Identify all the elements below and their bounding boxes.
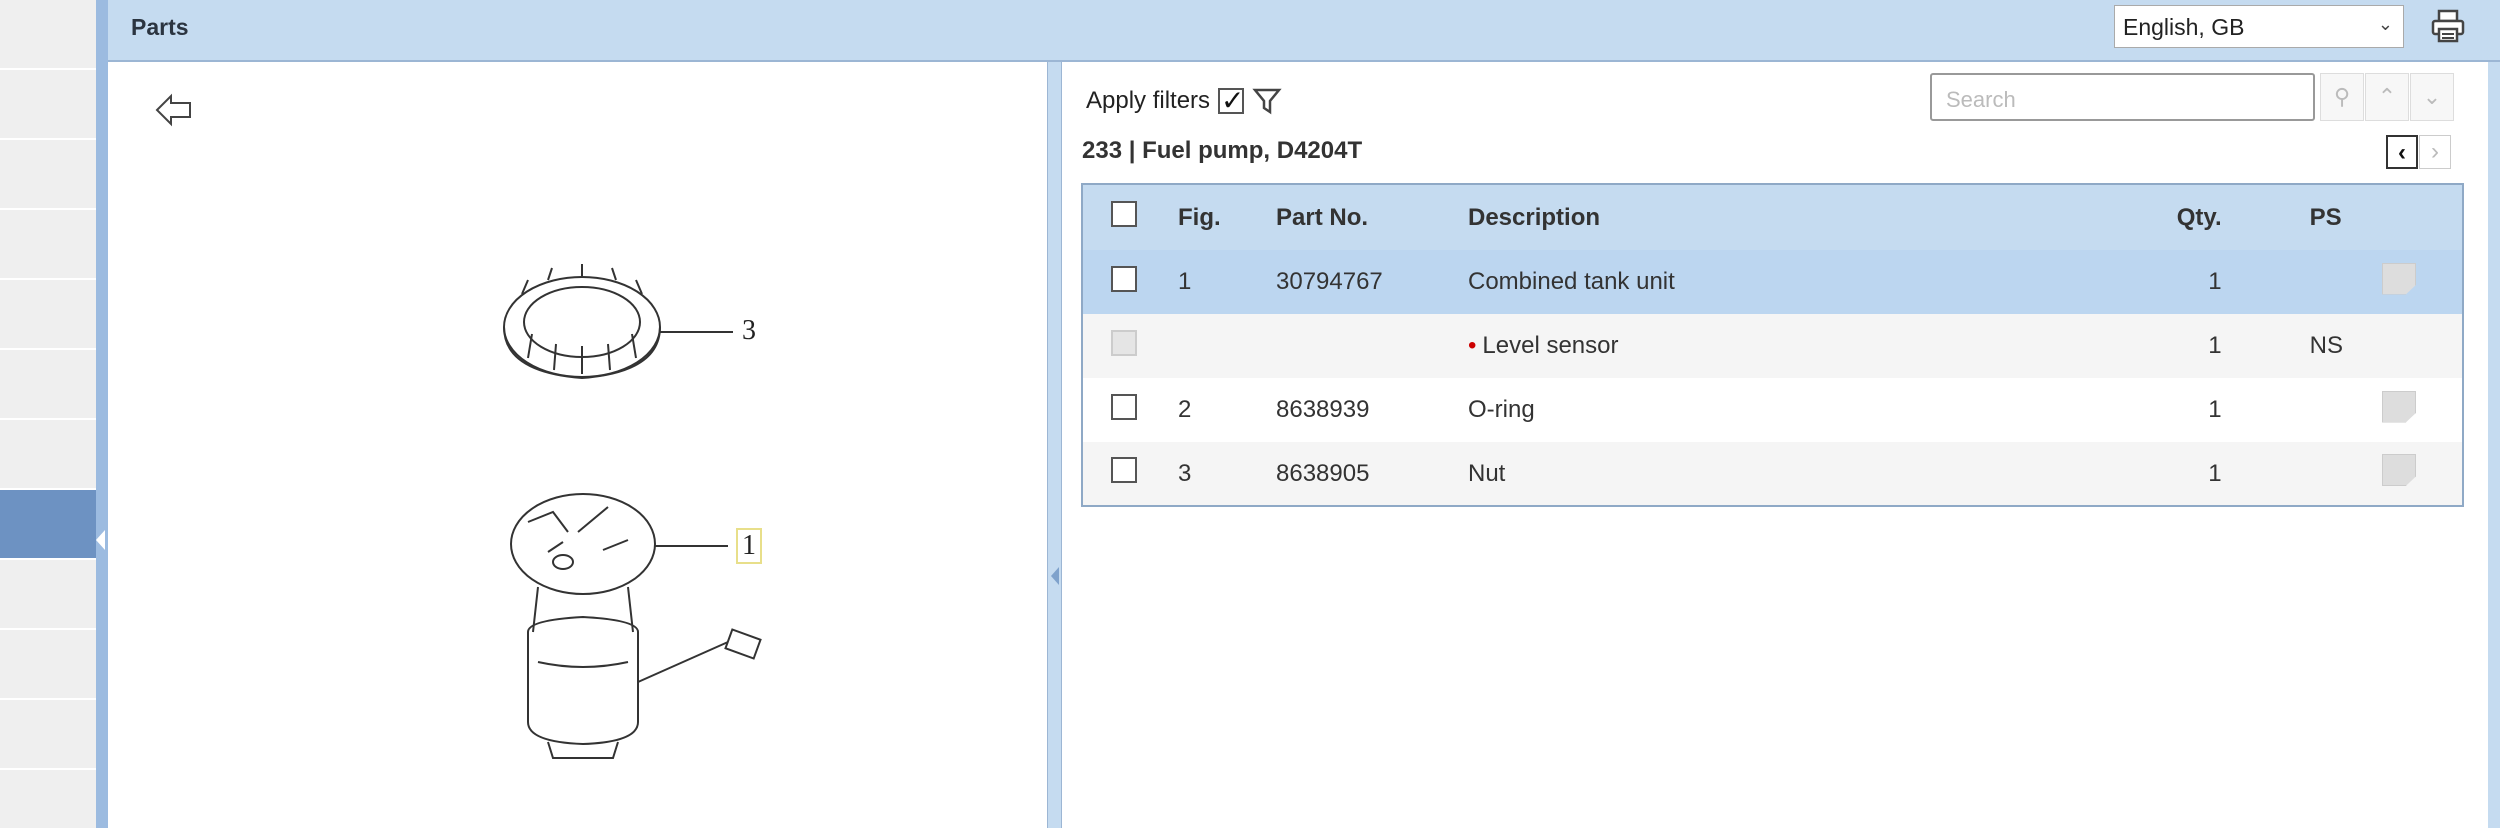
- table-row[interactable]: 2 8638939 O-ring 1: [1082, 378, 2463, 442]
- sidebar-collapse-handle[interactable]: [96, 0, 108, 828]
- parts-list-panel: Apply filters Search ⚲ ⌃ ⌄ 233 | Fuel pu…: [1062, 62, 2500, 828]
- panel-splitter[interactable]: [1047, 62, 1062, 828]
- apply-filters-label: Apply filters: [1086, 87, 1211, 114]
- col-ps[interactable]: PS: [2221, 184, 2343, 250]
- sidebar-item[interactable]: [0, 210, 96, 280]
- fig-cell: 3: [1152, 442, 1250, 506]
- bullet-icon: •: [1468, 332, 1477, 359]
- col-part-no[interactable]: Part No.: [1250, 184, 1450, 250]
- chevron-down-icon: ⌄: [2422, 84, 2442, 109]
- callout-1[interactable]: 1: [736, 528, 762, 564]
- ps-cell: [2221, 250, 2343, 314]
- sidebar-item[interactable]: [0, 420, 96, 490]
- note-icon[interactable]: [2382, 262, 2416, 295]
- sidebar-item[interactable]: [0, 350, 96, 420]
- ps-cell: [2222, 378, 2343, 442]
- description-cell: Combined tank unit: [1450, 250, 2102, 314]
- exploded-parts-diagram: [503, 264, 762, 759]
- search-button[interactable]: ⚲: [2320, 73, 2364, 121]
- sidebar: [0, 0, 96, 840]
- row-checkbox[interactable]: [1111, 393, 1137, 420]
- qty-cell: 1: [2101, 442, 2222, 506]
- col-fig[interactable]: Fig.: [1152, 184, 1250, 250]
- diagram-panel: 3 1: [108, 62, 1047, 828]
- sidebar-item[interactable]: [0, 560, 96, 630]
- language-select[interactable]: English, GB ⌄: [2114, 5, 2404, 48]
- sidebar-item[interactable]: [0, 0, 96, 70]
- apply-filters: Apply filters: [1086, 84, 1282, 117]
- sidebar-item[interactable]: [0, 630, 96, 700]
- page-title: Parts: [131, 14, 189, 40]
- print-icon[interactable]: [2430, 8, 2466, 44]
- collapse-arrow-icon: [96, 530, 105, 550]
- search-placeholder: Search: [1946, 87, 2016, 112]
- sidebar-item[interactable]: [0, 70, 96, 140]
- collapse-arrow-icon: [1051, 567, 1059, 585]
- filter-icon[interactable]: [1252, 86, 1282, 116]
- callout-3[interactable]: 3: [742, 315, 756, 347]
- description-cell: O-ring: [1468, 396, 1535, 423]
- ps-cell: NS: [2221, 314, 2343, 378]
- qty-cell: 1: [2101, 250, 2222, 314]
- part-no-cell: 8638939: [1276, 396, 1370, 423]
- search-input[interactable]: Search: [1930, 73, 2315, 121]
- description-cell: Nut: [1450, 442, 2102, 506]
- language-value: English, GB: [2123, 14, 2245, 40]
- sidebar-item[interactable]: [0, 280, 96, 350]
- row-checkbox[interactable]: [1111, 265, 1137, 292]
- ps-cell: [2221, 442, 2343, 506]
- next-page-button[interactable]: ›: [2419, 135, 2451, 169]
- search-next-button[interactable]: ⌄: [2410, 73, 2454, 121]
- sidebar-item[interactable]: [0, 770, 96, 840]
- col-description[interactable]: Description: [1450, 184, 2102, 250]
- note-icon[interactable]: [2382, 390, 2416, 423]
- chevron-up-icon: ⌃: [2377, 84, 2397, 109]
- fig-cell: [1152, 314, 1250, 378]
- table-header: Fig. Part No. Description Qty. PS: [1082, 184, 2463, 250]
- chevron-down-icon: ⌄: [2377, 14, 2393, 34]
- qty-cell: 1: [2101, 314, 2222, 378]
- col-qty[interactable]: Qty.: [2101, 184, 2222, 250]
- note-icon[interactable]: [2382, 454, 2416, 486]
- part-no-cell: 30794767: [1250, 250, 1450, 314]
- breadcrumb: 233 | Fuel pump, D4204T: [1082, 137, 1363, 164]
- table-row[interactable]: 1 30794767 Combined tank unit 1: [1082, 250, 2463, 314]
- description-cell: Level sensor: [1482, 332, 1619, 359]
- nut-ring-drawing: [503, 264, 733, 380]
- fig-cell: 1: [1152, 250, 1250, 314]
- part-no-cell: 8638905: [1250, 442, 1450, 506]
- row-checkbox[interactable]: [1111, 457, 1137, 483]
- prev-page-button[interactable]: ‹: [2386, 135, 2418, 169]
- tank-unit-drawing: [510, 493, 762, 759]
- part-no-cell: [1250, 314, 1450, 378]
- parts-header: Parts English, GB ⌄: [108, 0, 2500, 62]
- search-icon: ⚲: [2333, 84, 2351, 109]
- search-prev-button[interactable]: ⌃: [2365, 73, 2409, 121]
- table-row[interactable]: 3 8638905 Nut 1: [1082, 442, 2463, 506]
- sidebar-item[interactable]: [0, 700, 96, 770]
- select-all-checkbox[interactable]: [1111, 201, 1137, 227]
- sidebar-item[interactable]: [0, 140, 96, 210]
- apply-filters-checkbox[interactable]: [1218, 84, 1245, 117]
- parts-table: Fig. Part No. Description Qty. PS 1 3079…: [1081, 183, 2464, 507]
- sidebar-item-selected[interactable]: [0, 490, 96, 560]
- row-checkbox-disabled: [1111, 329, 1137, 356]
- fig-cell: 2: [1178, 396, 1192, 423]
- table-row[interactable]: • Level sensor 1 NS: [1082, 314, 2463, 378]
- qty-cell: 1: [2208, 396, 2222, 423]
